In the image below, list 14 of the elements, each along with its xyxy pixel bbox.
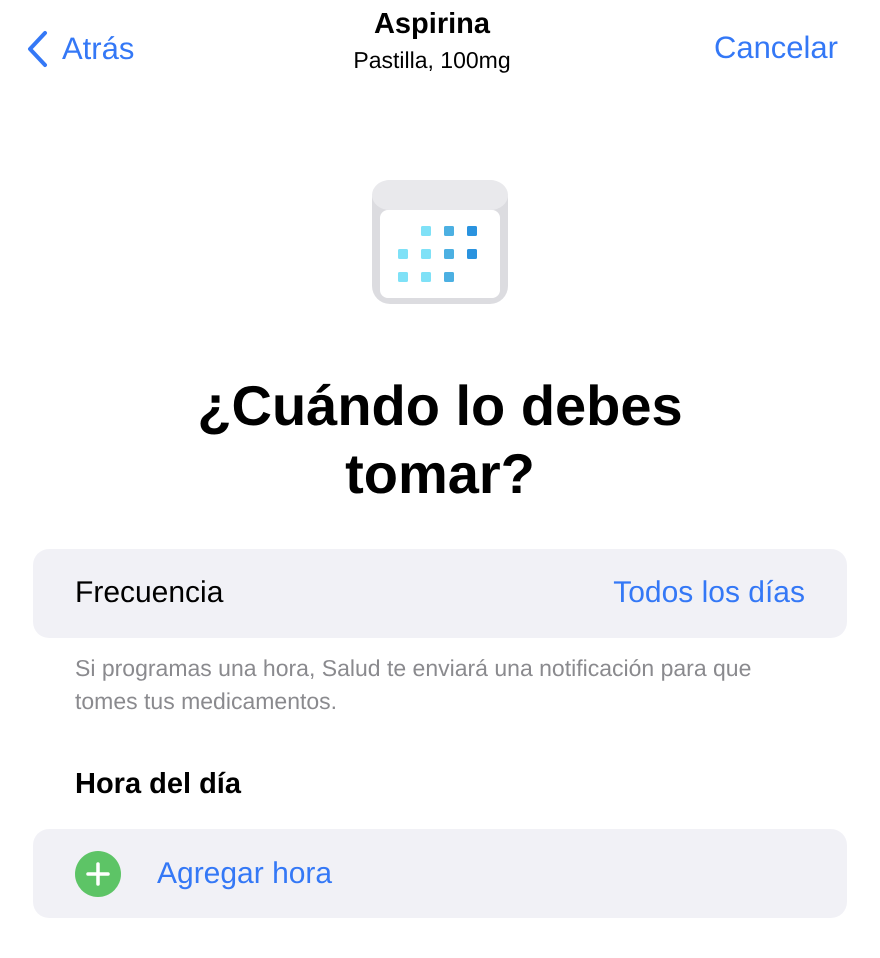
frequency-row[interactable]: Frecuencia Todos los días — [33, 548, 847, 638]
chevron-left-icon — [26, 30, 48, 68]
footnote-text: Si programas una hora, Salud te enviará una notificación para que tomes tus medicamentos. — [75, 654, 752, 716]
add-time-button[interactable]: Agregar hora — [33, 829, 847, 918]
plus-circle-icon — [75, 850, 121, 897]
page-heading: ¿Cuándo lo debes tomar? — [196, 373, 684, 508]
screen-title: Aspirina — [374, 8, 490, 41]
screen-subtitle: Pastilla, 100mg — [353, 47, 511, 74]
section-title: Hora del día — [75, 768, 242, 802]
calendar-icon — [372, 180, 508, 304]
back-button[interactable]: Atrás — [26, 30, 134, 68]
cancel-button[interactable]: Cancelar — [714, 30, 838, 66]
frequency-label: Frecuencia — [75, 576, 224, 610]
frequency-value[interactable]: Todos los días — [613, 576, 805, 610]
